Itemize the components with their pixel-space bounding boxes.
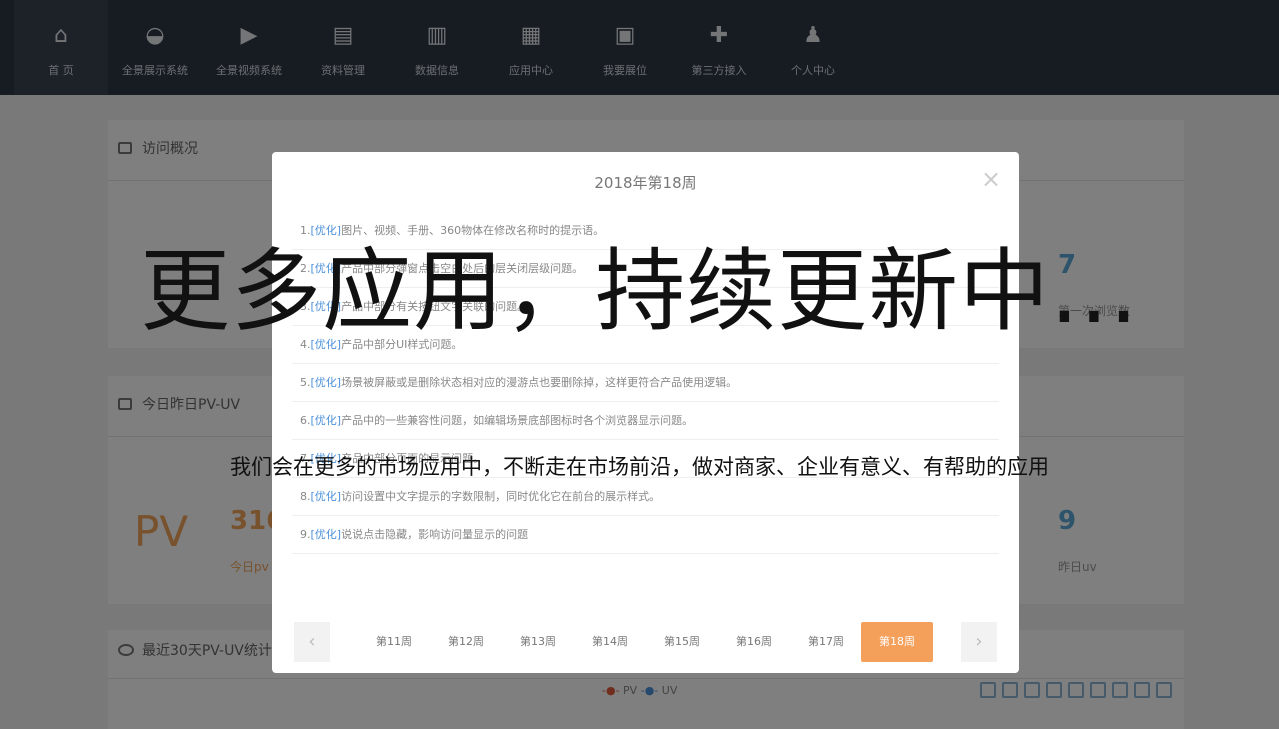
update-log-modal: 2018年第18周 × 1.[优化]图片、视频、手册、360物体在修改名称时的提… [272, 152, 1019, 673]
week-tab[interactable]: 第14周 [578, 622, 642, 662]
week-tab-active[interactable]: 第18周 [861, 622, 933, 662]
week-tab[interactable]: 第11周 [362, 622, 426, 662]
item-number: 5. [300, 376, 311, 389]
next-arrow-icon[interactable]: › [961, 622, 997, 662]
modal-title: 2018年第18周 [594, 174, 697, 192]
week-pager: ‹ 第11周 第12周 第13周 第14周 第15周 第16周 第17周 第18… [294, 622, 999, 662]
list-item: 6.[优化]产品中的一些兼容性问题，如编辑场景底部图标时各个浏览器显示问题。 [292, 402, 999, 440]
item-text: 图片、视频、手册、360物体在修改名称时的提示语。 [341, 224, 605, 237]
item-tag: [优化] [310, 224, 342, 237]
week-tab[interactable]: 第12周 [434, 622, 498, 662]
item-number: 9. [300, 528, 311, 541]
coming-soon-headline: 更多应用，持续更新中... [140, 239, 1139, 344]
item-text: 说说点击隐藏，影响访问量显示的问题 [341, 528, 529, 541]
item-number: 8. [300, 490, 311, 503]
close-icon[interactable]: × [978, 166, 1004, 192]
week-tab[interactable]: 第13周 [506, 622, 570, 662]
week-tab[interactable]: 第17周 [794, 622, 858, 662]
week-tab[interactable]: 第16周 [722, 622, 786, 662]
coming-soon-subline: 我们会在更多的市场应用中，不断走在市场前沿，做对商家、企业有意义、有帮助的应用 [230, 455, 1049, 479]
item-text: 访问设置中文字提示的字数限制，同时优化它在前台的展示样式。 [341, 490, 661, 503]
item-number: 1. [300, 224, 311, 237]
item-tag: [优化] [310, 414, 342, 427]
item-number: 6. [300, 414, 311, 427]
item-tag: [优化] [310, 528, 342, 541]
list-item: 9.[优化]说说点击隐藏，影响访问量显示的问题 [292, 516, 999, 554]
item-tag: [优化] [310, 490, 342, 503]
prev-arrow-icon[interactable]: ‹ [294, 622, 330, 662]
list-item: 5.[优化]场景被屏蔽或是删除状态相对应的漫游点也要删除掉，这样更符合产品使用逻… [292, 364, 999, 402]
list-item: 8.[优化]访问设置中文字提示的字数限制，同时优化它在前台的展示样式。 [292, 478, 999, 516]
item-text: 产品中的一些兼容性问题，如编辑场景底部图标时各个浏览器显示问题。 [341, 414, 694, 427]
week-tab[interactable]: 第15周 [650, 622, 714, 662]
item-text: 场景被屏蔽或是删除状态相对应的漫游点也要删除掉，这样更符合产品使用逻辑。 [341, 376, 738, 389]
item-tag: [优化] [310, 376, 342, 389]
